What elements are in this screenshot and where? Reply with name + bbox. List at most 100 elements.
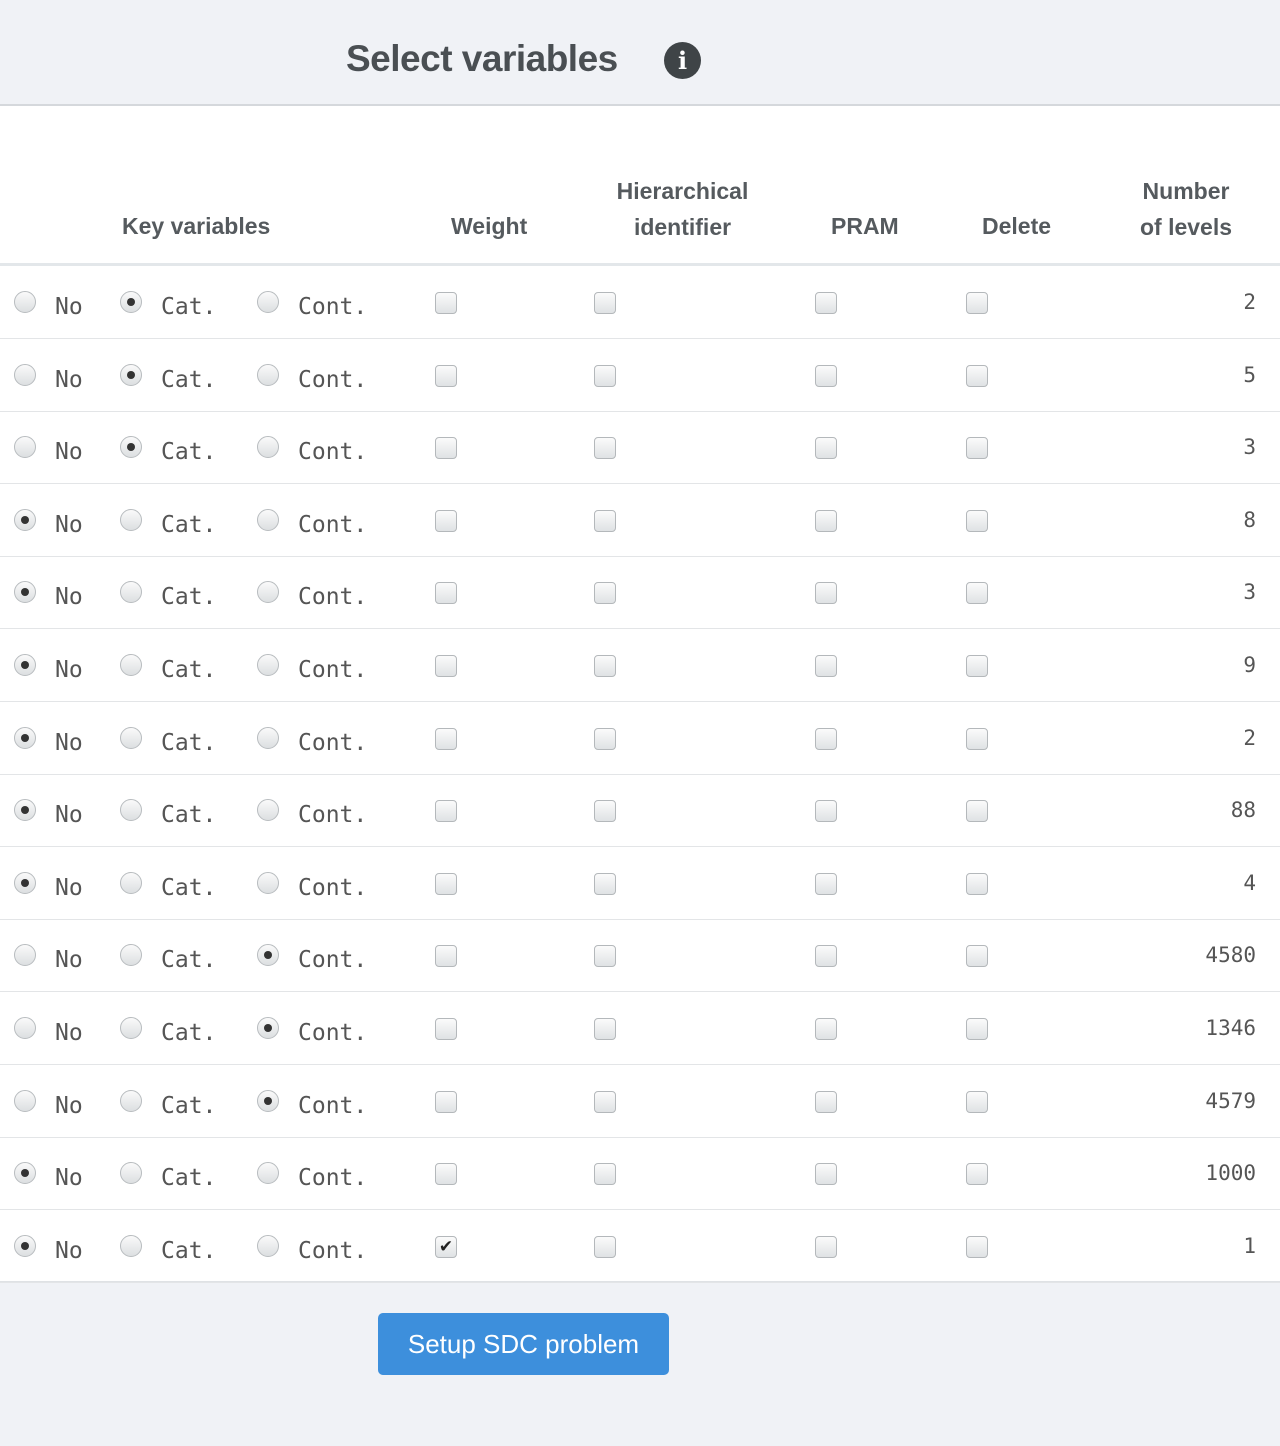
key-radio-cont[interactable]	[257, 871, 279, 894]
delete-checkbox[interactable]	[966, 509, 988, 532]
key-radio-cont[interactable]	[257, 799, 279, 822]
key-radio-no[interactable]	[14, 1234, 36, 1257]
key-radio-cont[interactable]	[257, 1089, 279, 1112]
weight-checkbox[interactable]	[435, 1090, 457, 1113]
key-radio-cat[interactable]	[120, 654, 142, 676]
hier-checkbox[interactable]	[594, 727, 616, 750]
key-radio-no[interactable]	[14, 726, 36, 749]
key-radio-cat[interactable]	[120, 799, 142, 822]
delete-checkbox[interactable]	[966, 872, 988, 895]
key-radio-no[interactable]	[14, 508, 36, 531]
weight-checkbox[interactable]	[435, 655, 457, 677]
hier-checkbox[interactable]	[594, 292, 616, 314]
delete-checkbox[interactable]	[966, 800, 988, 823]
key-radio-cat[interactable]	[120, 1017, 142, 1039]
key-radio-no[interactable]	[14, 1089, 36, 1112]
key-radio-no[interactable]	[14, 581, 36, 604]
hier-checkbox[interactable]	[594, 1163, 616, 1186]
key-radio-cat[interactable]	[120, 1089, 142, 1112]
key-radio-no[interactable]	[14, 363, 36, 386]
weight-checkbox[interactable]	[435, 437, 457, 460]
hier-checkbox[interactable]	[594, 364, 616, 387]
delete-checkbox[interactable]	[966, 727, 988, 750]
weight-checkbox[interactable]	[435, 800, 457, 823]
key-radio-cat[interactable]	[120, 363, 142, 386]
setup-sdc-problem-button[interactable]: Setup SDC problem	[378, 1313, 669, 1375]
info-circle-icon[interactable]: i	[664, 42, 701, 79]
delete-checkbox[interactable]	[966, 1235, 988, 1258]
hier-checkbox[interactable]	[594, 945, 616, 968]
pram-checkbox[interactable]	[815, 800, 837, 823]
pram-checkbox[interactable]	[815, 655, 837, 677]
pram-checkbox[interactable]	[815, 364, 837, 387]
hier-checkbox[interactable]	[594, 1018, 616, 1040]
key-radio-cont[interactable]	[257, 1017, 279, 1039]
weight-checkbox[interactable]	[435, 1018, 457, 1040]
key-radio-no[interactable]	[14, 944, 36, 967]
key-radio-no[interactable]	[14, 1162, 36, 1185]
hier-checkbox[interactable]	[594, 437, 616, 460]
delete-checkbox[interactable]	[966, 945, 988, 968]
weight-checkbox[interactable]	[435, 292, 457, 314]
hier-checkbox[interactable]	[594, 509, 616, 532]
hier-checkbox[interactable]	[594, 582, 616, 605]
key-radio-no[interactable]	[14, 799, 36, 822]
delete-checkbox[interactable]	[966, 437, 988, 460]
key-radio-cont[interactable]	[257, 1162, 279, 1185]
weight-checkbox[interactable]	[435, 945, 457, 968]
key-radio-no[interactable]	[14, 1017, 36, 1039]
delete-checkbox[interactable]	[966, 1090, 988, 1113]
pram-checkbox[interactable]	[815, 727, 837, 750]
key-radio-cat[interactable]	[120, 871, 142, 894]
weight-checkbox[interactable]	[435, 727, 457, 750]
key-radio-cont[interactable]	[257, 436, 279, 459]
pram-checkbox[interactable]	[815, 1090, 837, 1113]
key-radio-cat[interactable]	[120, 291, 142, 313]
key-radio-no[interactable]	[14, 871, 36, 894]
hier-checkbox[interactable]	[594, 655, 616, 677]
pram-checkbox[interactable]	[815, 945, 837, 968]
key-radio-cont[interactable]	[257, 944, 279, 967]
delete-checkbox[interactable]	[966, 582, 988, 605]
hier-checkbox[interactable]	[594, 1090, 616, 1113]
key-radio-cat[interactable]	[120, 1162, 142, 1185]
pram-checkbox[interactable]	[815, 1018, 837, 1040]
pram-checkbox[interactable]	[815, 292, 837, 314]
weight-checkbox[interactable]	[435, 1163, 457, 1186]
key-radio-cont[interactable]	[257, 581, 279, 604]
key-radio-cont[interactable]	[257, 654, 279, 676]
key-radio-cont[interactable]	[257, 1234, 279, 1257]
key-radio-cont[interactable]	[257, 508, 279, 531]
pram-checkbox[interactable]	[815, 872, 837, 895]
pram-checkbox[interactable]	[815, 1163, 837, 1186]
pram-checkbox[interactable]	[815, 1235, 837, 1258]
delete-checkbox[interactable]	[966, 364, 988, 387]
delete-checkbox[interactable]	[966, 1163, 988, 1186]
pram-checkbox[interactable]	[815, 437, 837, 460]
key-radio-cont[interactable]	[257, 291, 279, 313]
weight-checkbox[interactable]: ✔	[435, 1235, 457, 1258]
key-radio-cat[interactable]	[120, 944, 142, 967]
key-radio-no[interactable]	[14, 436, 36, 459]
key-radio-cat[interactable]	[120, 508, 142, 531]
key-radio-cat[interactable]	[120, 436, 142, 459]
pram-checkbox[interactable]	[815, 582, 837, 605]
weight-checkbox[interactable]	[435, 364, 457, 387]
delete-checkbox[interactable]	[966, 655, 988, 677]
delete-checkbox[interactable]	[966, 1018, 988, 1040]
key-radio-no[interactable]	[14, 291, 36, 313]
hier-checkbox[interactable]	[594, 800, 616, 823]
weight-checkbox[interactable]	[435, 509, 457, 532]
key-radio-cat[interactable]	[120, 726, 142, 749]
key-radio-cat[interactable]	[120, 1234, 142, 1257]
key-radio-no[interactable]	[14, 654, 36, 676]
key-radio-cont[interactable]	[257, 363, 279, 386]
weight-checkbox[interactable]	[435, 872, 457, 895]
hier-checkbox[interactable]	[594, 872, 616, 895]
delete-checkbox[interactable]	[966, 292, 988, 314]
key-radio-cat[interactable]	[120, 581, 142, 604]
hier-checkbox[interactable]	[594, 1235, 616, 1258]
pram-checkbox[interactable]	[815, 509, 837, 532]
key-radio-cont[interactable]	[257, 726, 279, 749]
weight-checkbox[interactable]	[435, 582, 457, 605]
